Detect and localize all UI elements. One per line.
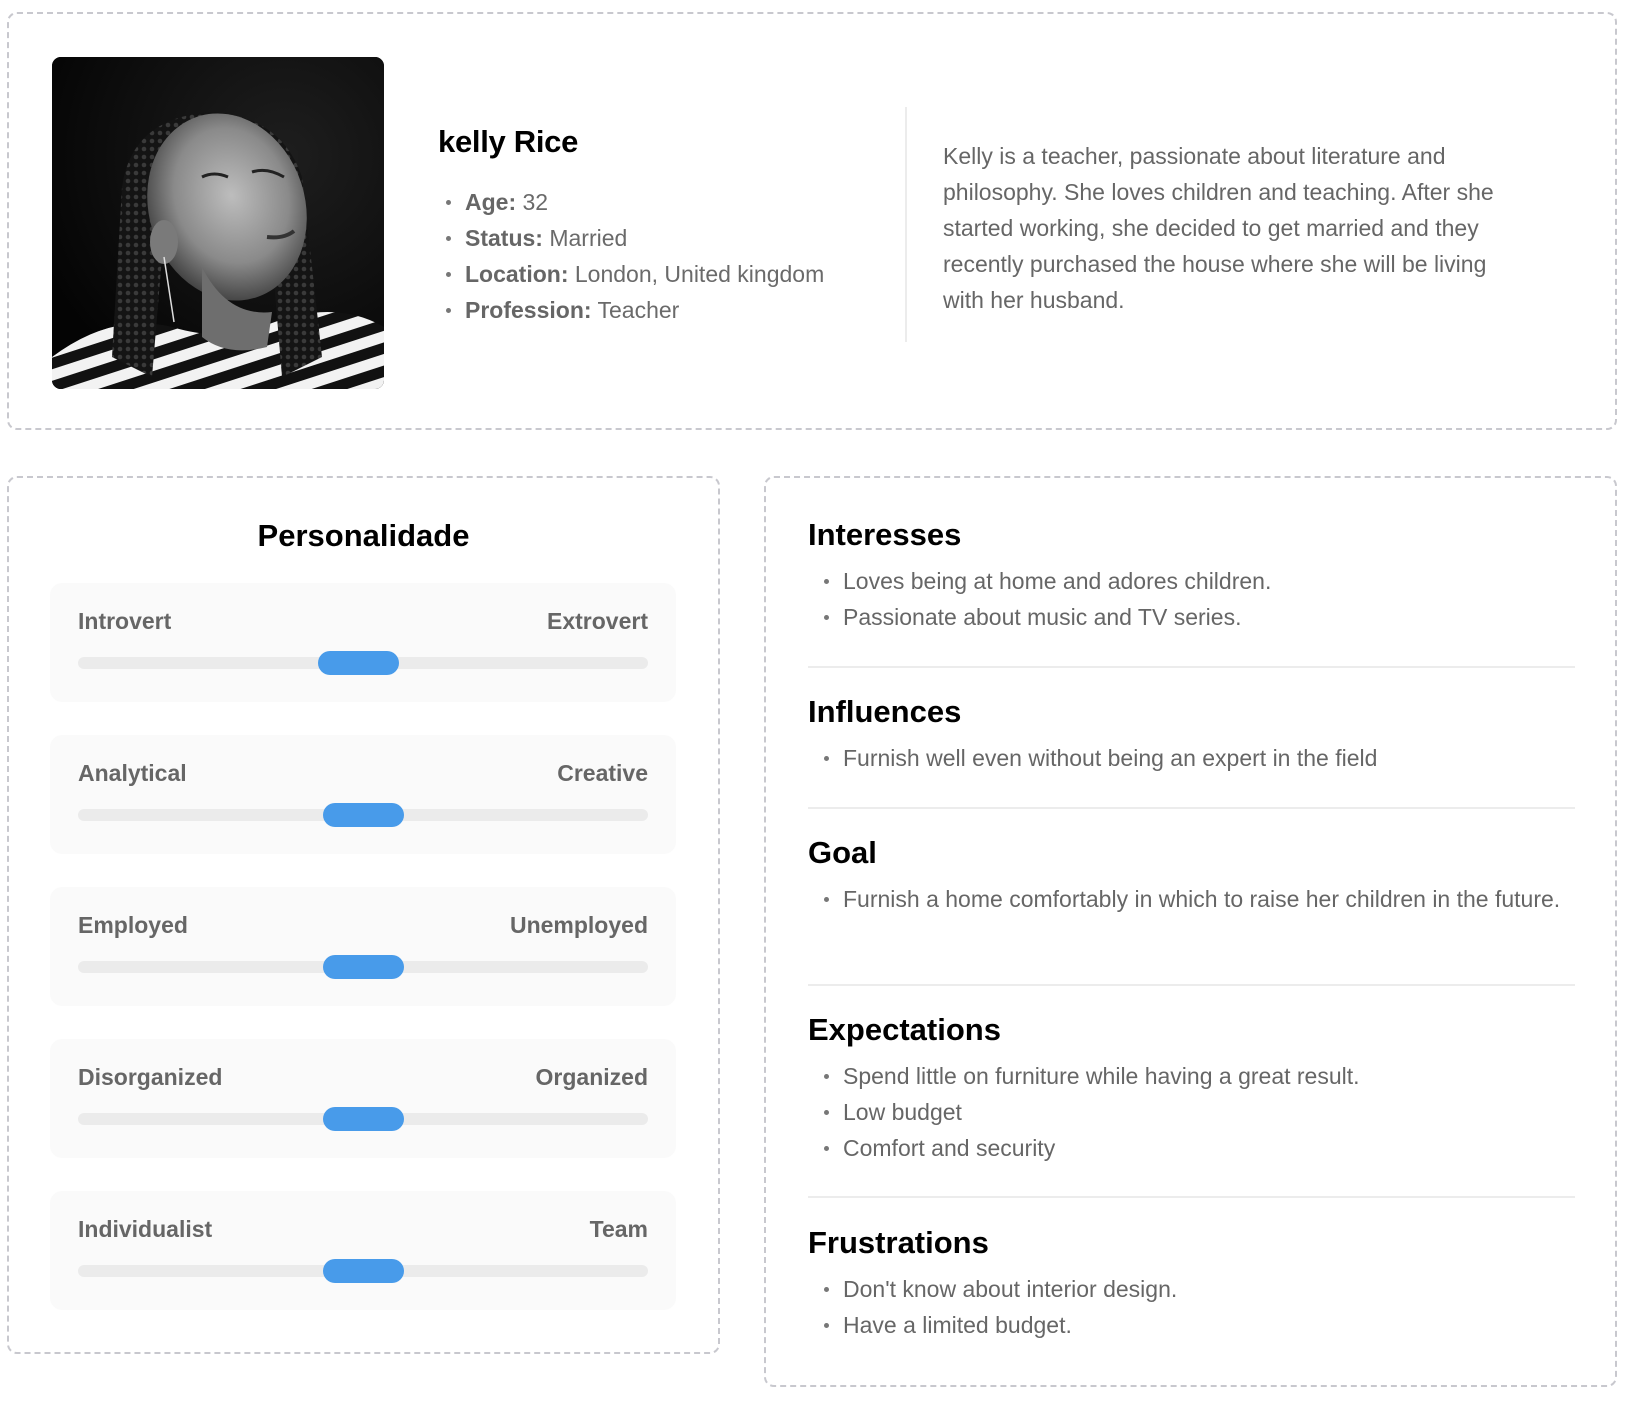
trait-left-label: Employed	[78, 912, 188, 938]
section-expectations: Expectations Spend little on furniture w…	[808, 1012, 1575, 1166]
list-item: Loves being at home and adores children.	[824, 563, 1575, 599]
section-interests: Interesses Loves being at home and adore…	[808, 517, 1575, 635]
section-list: Spend little on furniture while having a…	[808, 1058, 1575, 1166]
section-divider	[808, 807, 1575, 809]
detail-value: Married	[549, 225, 628, 251]
trait-left-label: Individualist	[78, 1216, 213, 1242]
trait-slider-track[interactable]	[78, 1107, 648, 1131]
list-item: Spend little on furniture while having a…	[824, 1058, 1575, 1094]
section-title: Frustrations	[808, 1225, 989, 1260]
trait-right-label: Organized	[535, 1064, 648, 1090]
section-list: Don't know about interior design. Have a…	[808, 1271, 1575, 1343]
trait-slider-track[interactable]	[78, 1259, 648, 1283]
trait-slider-thumb[interactable]	[323, 803, 404, 827]
trait-card-disorganized-organized: Disorganized Organized	[50, 1039, 676, 1158]
trait-right-label: Creative	[557, 760, 648, 786]
trait-card-individualist-team: Individualist Team	[50, 1191, 676, 1310]
detail-value: 32	[522, 189, 549, 215]
section-influences: Influences Furnish well even without bei…	[808, 694, 1575, 776]
detail-label: Profession:	[465, 297, 592, 323]
section-frustrations: Frustrations Don't know about interior d…	[808, 1225, 1575, 1343]
detail-label: Age:	[465, 189, 517, 215]
profile-photo	[52, 57, 384, 389]
section-title: Expectations	[808, 1012, 1001, 1047]
section-goal: Goal Furnish a home comfortably in which…	[808, 835, 1575, 917]
detail-status: Status: Married	[446, 220, 824, 256]
section-divider	[808, 984, 1575, 986]
detail-age: Age: 32	[446, 184, 824, 220]
trait-slider-track[interactable]	[78, 651, 648, 675]
list-item: Furnish a home comfortably in which to r…	[824, 881, 1575, 917]
details-panel: Interesses Loves being at home and adore…	[764, 476, 1617, 1387]
list-item: Furnish well even without being an exper…	[824, 740, 1575, 776]
persona-details: Age: 32 Status: Married Location: London…	[446, 184, 824, 328]
detail-label: Status:	[465, 225, 543, 251]
detail-value: Teacher	[597, 297, 680, 323]
list-item: Don't know about interior design.	[824, 1271, 1575, 1307]
detail-location: Location: London, United kingdom	[446, 256, 824, 292]
persona-name: kelly Rice	[438, 124, 579, 159]
trait-slider-thumb[interactable]	[323, 955, 404, 979]
trait-right-label: Extrovert	[547, 608, 648, 634]
list-item: Have a limited budget.	[824, 1307, 1575, 1343]
list-item: Passionate about music and TV series.	[824, 599, 1575, 635]
personality-panel: Personalidade Introvert Extrovert Analyt…	[7, 476, 720, 1354]
persona-bio: Kelly is a teacher, passionate about lit…	[943, 143, 1494, 313]
trait-left-label: Analytical	[78, 760, 187, 786]
trait-card-introvert-extrovert: Introvert Extrovert	[50, 583, 676, 702]
portrait-image	[52, 57, 384, 389]
trait-card-employed-unemployed: Employed Unemployed	[50, 887, 676, 1006]
trait-slider-track[interactable]	[78, 955, 648, 979]
section-title: Influences	[808, 694, 962, 729]
list-item: Comfort and security	[824, 1130, 1575, 1166]
trait-slider-thumb[interactable]	[323, 1107, 404, 1131]
trait-card-analytical-creative: Analytical Creative	[50, 735, 676, 854]
section-divider	[808, 666, 1575, 668]
section-list: Furnish a home comfortably in which to r…	[808, 881, 1575, 917]
detail-label: Location:	[465, 261, 569, 287]
detail-profession: Profession: Teacher	[446, 292, 824, 328]
trait-slider-thumb[interactable]	[323, 1259, 404, 1283]
vertical-divider	[905, 107, 907, 342]
trait-right-label: Unemployed	[509, 912, 648, 938]
detail-value: London, United kingdom	[574, 261, 825, 287]
trait-slider-thumb[interactable]	[318, 651, 399, 675]
section-title: Goal	[808, 835, 877, 870]
trait-left-label: Disorganized	[78, 1064, 223, 1090]
section-list: Loves being at home and adores children.…	[808, 563, 1575, 635]
section-list: Furnish well even without being an exper…	[808, 740, 1575, 776]
personality-title: Personalidade	[257, 518, 470, 553]
trait-right-label: Team	[589, 1216, 648, 1242]
section-title: Interesses	[808, 517, 962, 552]
profile-panel: kelly Rice Age: 32 Status: Married Locat…	[7, 12, 1617, 430]
list-item: Low budget	[824, 1094, 1575, 1130]
section-divider	[808, 1196, 1575, 1198]
trait-slider-track[interactable]	[78, 803, 648, 827]
trait-left-label: Introvert	[78, 608, 172, 634]
